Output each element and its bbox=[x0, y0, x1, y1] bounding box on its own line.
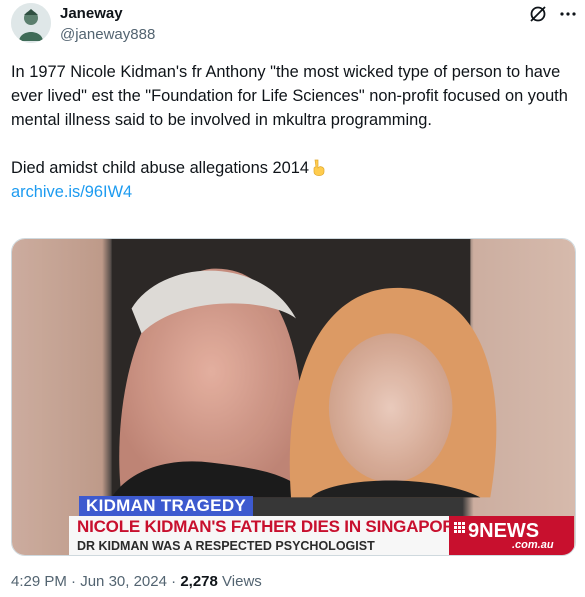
tweet-card: Janeway @janeway888 In 1977 Nicole Kidma… bbox=[0, 0, 585, 597]
tweet-time[interactable]: 4:29 PM bbox=[11, 573, 67, 590]
nine-news-logo-icon: 9NEWS bbox=[454, 520, 539, 540]
meta-separator: · bbox=[71, 573, 77, 590]
tweet-paragraph-1: In 1977 Nicole Kidman's fr Anthony "the … bbox=[11, 63, 568, 129]
archive-link[interactable]: archive.is/96IW4 bbox=[11, 183, 132, 201]
views-label: Views bbox=[222, 573, 262, 590]
svg-text:9NEWS: 9NEWS bbox=[468, 520, 539, 540]
news-headline: NICOLE KIDMAN'S FATHER DIES IN SINGAPORE bbox=[77, 517, 466, 536]
pointing-down-emoji-icon bbox=[313, 159, 325, 176]
news-subheadline: DR KIDMAN WAS A RESPECTED PSYCHOLOGIST bbox=[77, 539, 375, 553]
avatar[interactable] bbox=[11, 3, 51, 43]
tweet-paragraph-2: Died amidst child abuse allegations 2014 bbox=[11, 156, 571, 180]
tweet-media-image[interactable]: KIDMAN TRAGEDY NICOLE KIDMAN'S FATHER DI… bbox=[11, 238, 576, 556]
views-count: 2,278 bbox=[180, 573, 218, 590]
more-icon[interactable] bbox=[558, 4, 578, 24]
tweet-text: In 1977 Nicole Kidman's fr Anthony "the … bbox=[11, 60, 571, 204]
display-name[interactable]: Janeway bbox=[60, 5, 123, 22]
channel-site: .com.au bbox=[512, 539, 554, 551]
handle[interactable]: @janeway888 bbox=[60, 26, 155, 43]
tweet-paragraph-2-text: Died amidst child abuse allegations 2014 bbox=[11, 159, 309, 177]
tweet-meta: 4:29 PM · Jun 30, 2024 · 2,278 Views bbox=[11, 573, 262, 590]
avatar-icon bbox=[11, 3, 51, 43]
grok-icon[interactable] bbox=[528, 4, 548, 24]
news-banner-title: KIDMAN TRAGEDY bbox=[79, 496, 254, 516]
tweet-date[interactable]: Jun 30, 2024 bbox=[80, 573, 167, 590]
meta-separator-2: · bbox=[171, 573, 177, 590]
